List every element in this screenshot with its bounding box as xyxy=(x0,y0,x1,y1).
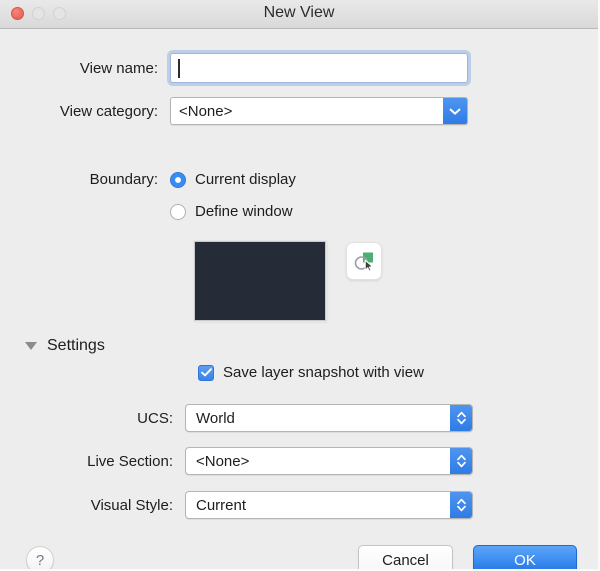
new-view-dialog: New View View name: View category: <None… xyxy=(0,0,600,571)
define-window-picker-button[interactable] xyxy=(346,242,382,280)
boundary-preview-thumbnail xyxy=(194,241,326,321)
live-section-value: <None> xyxy=(196,452,250,470)
window-titlebar: New View xyxy=(0,0,598,29)
view-category-combobox[interactable]: <None> xyxy=(170,97,468,125)
radio-define-window-label: Define window xyxy=(195,203,293,220)
chevron-up-down-icon[interactable] xyxy=(450,492,472,518)
radio-define-window[interactable]: Define window xyxy=(170,203,293,220)
dialog-content: View name: View category: <None> Boundar… xyxy=(0,29,598,569)
live-section-popup-menu[interactable]: <None> xyxy=(185,447,473,475)
triangle-down-icon xyxy=(25,342,37,350)
view-category-row: View category: <None> xyxy=(40,97,468,125)
boundary-label: Boundary: xyxy=(89,171,158,188)
chevron-down-icon[interactable] xyxy=(443,98,467,124)
help-button[interactable]: ? xyxy=(26,546,54,569)
view-name-input[interactable] xyxy=(170,53,468,83)
ucs-value: World xyxy=(196,409,235,427)
live-section-label: Live Section: xyxy=(87,452,173,470)
visual-style-value: Current xyxy=(196,496,247,514)
boundary-row: Boundary: Current display xyxy=(40,171,296,188)
visual-style-popup-menu[interactable]: Current xyxy=(185,491,473,519)
visual-style-label: Visual Style: xyxy=(90,496,173,514)
checkbox-checked-icon xyxy=(198,364,214,381)
settings-disclosure[interactable]: Settings xyxy=(25,337,105,355)
ucs-label: UCS: xyxy=(137,409,173,427)
radio-current-display-label: Current display xyxy=(195,171,296,188)
window-title: New View xyxy=(263,4,335,21)
radio-current-display[interactable]: Current display xyxy=(170,171,296,188)
ucs-row: UCS: World xyxy=(55,404,473,432)
view-category-value: <None> xyxy=(179,102,233,120)
save-layer-snapshot-label: Save layer snapshot with view xyxy=(223,364,424,381)
view-category-label: View category: xyxy=(59,102,158,120)
view-name-label: View name: xyxy=(79,59,158,77)
radio-unselected-icon xyxy=(170,203,186,220)
cancel-button[interactable]: Cancel xyxy=(358,545,453,569)
chevron-up-down-icon[interactable] xyxy=(450,448,472,474)
settings-label: Settings xyxy=(47,337,105,354)
ucs-popup-menu[interactable]: World xyxy=(185,404,473,432)
save-layer-snapshot-row[interactable]: Save layer snapshot with view xyxy=(198,364,424,381)
radio-selected-icon xyxy=(170,171,186,188)
live-section-row: Live Section: <None> xyxy=(55,447,473,475)
ok-button[interactable]: OK xyxy=(473,545,577,569)
view-name-row: View name: xyxy=(40,53,468,83)
define-window-picker-icon xyxy=(354,252,374,272)
text-caret-icon xyxy=(178,59,180,78)
visual-style-row: Visual Style: Current xyxy=(55,491,473,519)
boundary-row-2: Define window xyxy=(170,203,293,220)
chevron-up-down-icon[interactable] xyxy=(450,405,472,431)
